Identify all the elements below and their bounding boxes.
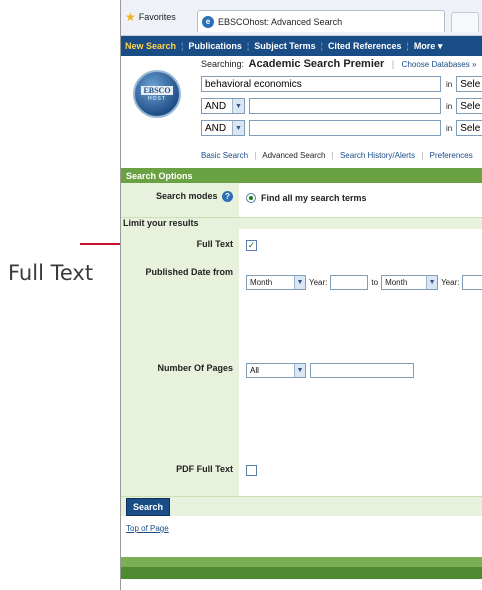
boolean-select-3[interactable]: AND ▼ [201, 120, 245, 136]
field-select-label: Sele [460, 100, 481, 112]
search-button-bar: Search [121, 496, 482, 516]
boolean-select-2[interactable]: AND ▼ [201, 98, 245, 114]
footer-band-dark [121, 567, 482, 579]
choose-databases-link[interactable]: Choose Databases » [402, 60, 477, 69]
advanced-search-current: Advanced Search [262, 151, 326, 160]
month-value: Month [250, 278, 273, 287]
search-row-2: AND ▼ in Sele [201, 98, 482, 114]
preferences-link[interactable]: Preferences [430, 151, 473, 160]
favorites-label: Favorites [138, 12, 176, 22]
ebsco-tab-icon: e [202, 15, 214, 28]
search-mode-option[interactable]: Find all my search terms [246, 193, 367, 203]
favorites-button[interactable]: ★ Favorites [125, 10, 176, 24]
nav-more-label: More [413, 40, 436, 51]
tab-title: EBSCOhost: Advanced Search [218, 16, 343, 27]
to-label: to [371, 278, 379, 287]
nav-separator: ¦ [181, 41, 184, 51]
number-of-pages-row: All ▼ [246, 363, 414, 378]
full-text-label: Full Text [196, 239, 233, 249]
ebscohost-logo: EBSCO HOST [133, 70, 181, 118]
browser-window: ★ Favorites e EBSCOhost: Advanced Search… [120, 0, 482, 590]
separator: | [391, 59, 395, 69]
basic-search-link[interactable]: Basic Search [201, 151, 248, 160]
searching-label: Searching: [201, 59, 245, 69]
new-tab-button[interactable] [451, 12, 479, 32]
nav-separator: ¦ [320, 41, 323, 51]
pages-select[interactable]: All ▼ [246, 363, 306, 378]
field-select-3[interactable]: Sele [456, 120, 482, 136]
search-row-1: in Sele [201, 76, 482, 92]
nav-subject-terms[interactable]: Subject Terms [254, 41, 315, 51]
dropdown-arrow-icon: ▼ [232, 99, 244, 113]
in-label: in [446, 123, 453, 133]
pdf-full-text-checkbox[interactable] [246, 465, 257, 476]
search-options-header: Search Options [121, 168, 482, 183]
month-value: Month [385, 278, 408, 287]
footer-band-light [121, 557, 482, 567]
dropdown-arrow-icon: ▼ [294, 364, 305, 377]
number-of-pages-label: Number Of Pages [157, 363, 233, 373]
limit-results-header: Limit your results [121, 217, 482, 229]
field-select-1[interactable]: Sele [456, 76, 482, 92]
help-icon[interactable]: ? [222, 191, 233, 202]
nav-separator: ¦ [246, 41, 250, 51]
search-button[interactable]: Search [126, 497, 171, 516]
nav-cited-references[interactable]: Cited References [328, 41, 402, 51]
search-term-input-1[interactable] [201, 76, 441, 92]
boolean-value: AND [205, 100, 227, 112]
search-term-input-3[interactable] [249, 120, 441, 136]
published-date-label: Published Date from [145, 267, 233, 277]
radio-selected-icon[interactable] [246, 193, 256, 203]
search-options-form: Search modes ? Find all my search terms … [121, 183, 482, 496]
to-month-select[interactable]: Month ▼ [381, 275, 439, 290]
separator: | [331, 151, 334, 160]
nav-new-search[interactable]: New Search [125, 41, 176, 51]
field-select-2[interactable]: Sele [456, 98, 482, 114]
pages-input[interactable] [310, 363, 414, 378]
database-name: Academic Search Premier [248, 58, 385, 70]
search-mode-value: Find all my search terms [261, 193, 367, 203]
search-modes-text: Search modes [155, 191, 218, 201]
label-column [121, 183, 239, 496]
caret-down-icon: ▾ [437, 40, 443, 51]
field-select-label: Sele [460, 78, 481, 90]
browser-tab[interactable]: e EBSCOhost: Advanced Search [197, 10, 445, 32]
callout-label: Full Text [8, 261, 94, 285]
logo-text-bottom: HOST [148, 96, 166, 102]
search-term-input-2[interactable] [249, 98, 441, 114]
full-text-checkbox[interactable]: ✓ [246, 240, 257, 251]
dropdown-arrow-icon: ▼ [294, 276, 305, 289]
published-date-row: Month ▼ Year: to Month ▼ Year: [246, 275, 482, 290]
separator: | [421, 151, 424, 160]
nav-publications[interactable]: Publications [188, 41, 242, 51]
year-label: Year: [309, 278, 328, 287]
pages-select-value: All [250, 366, 259, 375]
nav-more[interactable]: More ▾ [414, 41, 443, 52]
boolean-value: AND [205, 122, 227, 134]
to-year-input[interactable] [462, 275, 482, 290]
from-month-select[interactable]: Month ▼ [246, 275, 306, 290]
logo-text-top: EBSCO [141, 86, 173, 95]
top-of-page-link[interactable]: Top of Page [126, 524, 482, 533]
search-history-link[interactable]: Search History/Alerts [340, 151, 415, 160]
field-select-label: Sele [460, 122, 481, 134]
search-area: EBSCO HOST Searching: Academic Search Pr… [121, 56, 482, 168]
dropdown-arrow-icon: ▼ [426, 276, 438, 289]
search-mode-links: Basic Search | Advanced Search | Search … [201, 151, 473, 160]
in-label: in [446, 101, 453, 111]
from-year-input[interactable] [330, 275, 369, 290]
dropdown-arrow-icon: ▼ [232, 121, 244, 135]
search-modes-label: Search modes ? [121, 191, 233, 202]
searching-line: Searching: Academic Search Premier | Cho… [201, 58, 476, 70]
top-navbar: New Search ¦ Publications ¦ Subject Term… [121, 36, 482, 56]
search-row-3: AND ▼ in Sele [201, 120, 482, 136]
in-label: in [446, 79, 453, 89]
star-icon: ★ [125, 10, 136, 24]
nav-separator: ¦ [406, 41, 409, 51]
separator: | [254, 151, 257, 160]
year-label: Year: [441, 278, 460, 287]
pdf-full-text-label: PDF Full Text [176, 464, 233, 474]
browser-toolbar: ★ Favorites e EBSCOhost: Advanced Search [121, 0, 482, 36]
